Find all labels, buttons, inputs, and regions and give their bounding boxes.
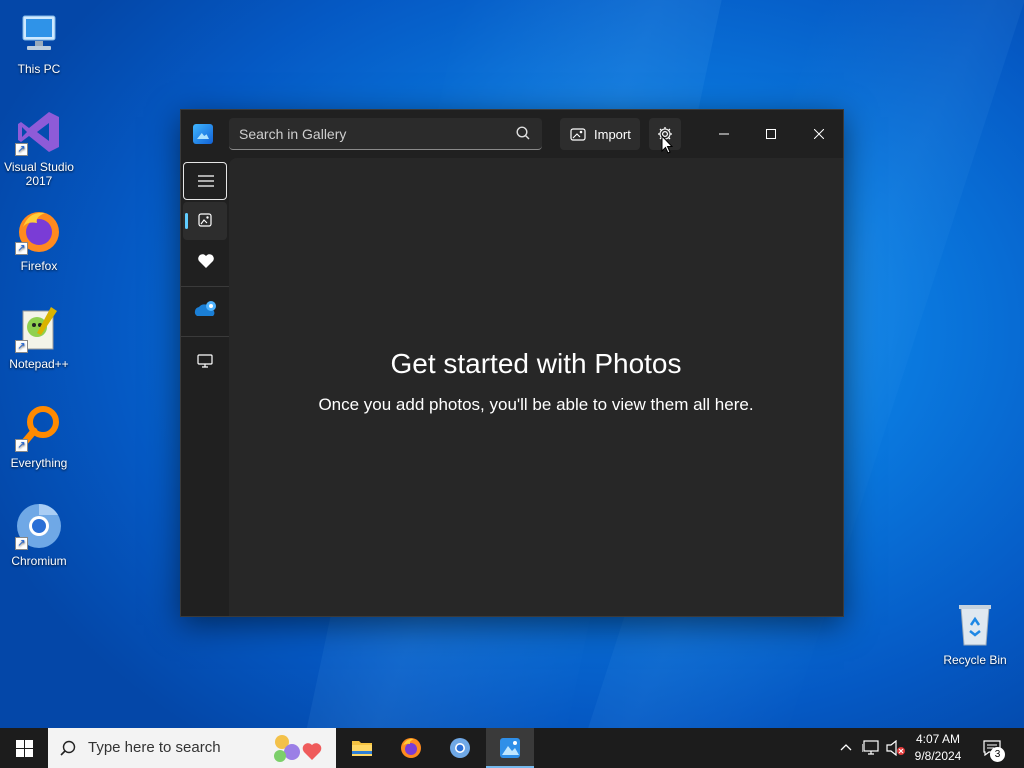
search-icon[interactable] [516, 126, 530, 140]
import-button[interactable]: Import [560, 118, 640, 150]
recycle-bin-icon [951, 601, 999, 649]
firefox-icon [401, 738, 421, 758]
windows-logo-icon [16, 740, 33, 757]
taskbar-file-explorer[interactable] [338, 728, 386, 768]
taskbar-search-box[interactable]: Type here to search [48, 728, 336, 768]
maximize-button[interactable] [748, 110, 794, 158]
close-icon [814, 129, 824, 139]
folder-icon [352, 741, 372, 756]
photos-app-icon [500, 738, 520, 758]
desktop-icon-label: Everything [10, 456, 68, 470]
gallery-search-input[interactable]: Search in Gallery [229, 118, 542, 150]
desktop-icon-label: Recycle Bin [943, 653, 1007, 667]
hamburger-menu-button[interactable] [183, 162, 227, 200]
everything-search-icon: ↗ [15, 404, 63, 452]
import-label: Import [594, 127, 631, 142]
gallery-icon [198, 213, 212, 227]
visual-studio-icon: ↗ [15, 108, 63, 156]
maximize-icon [766, 129, 776, 139]
navigation-rail [181, 158, 229, 616]
search-highlight-icon [274, 735, 322, 762]
photos-window: Search in Gallery Import Get started wit… [180, 109, 844, 617]
empty-state-subtitle: Once you add photos, you'll be able to v… [318, 395, 754, 414]
desktop-icon-chromium[interactable]: ↗ Chromium [0, 502, 78, 568]
chromium-icon: ↗ [15, 502, 63, 550]
gallery-content: Get started with Photos Once you add pho… [229, 158, 843, 616]
hamburger-icon [198, 175, 214, 187]
taskbar-firefox[interactable] [387, 728, 435, 768]
taskbar-clock[interactable]: 4:07 AM 9/8/2024 [900, 731, 976, 765]
desktop-icon-label: Visual Studio 2017 [4, 160, 74, 188]
start-button[interactable] [0, 728, 48, 768]
show-hidden-icons-chevron-icon[interactable] [840, 742, 852, 752]
minimize-button[interactable] [701, 110, 747, 158]
taskbar-photos[interactable] [486, 728, 534, 768]
minimize-icon [719, 133, 729, 135]
desktop-icon-firefox[interactable]: ↗ Firefox [0, 207, 78, 273]
shortcut-arrow-icon: ↗ [15, 340, 28, 353]
search-placeholder: Search in Gallery [239, 126, 347, 142]
clock-time: 4:07 AM [915, 732, 961, 746]
shortcut-arrow-icon: ↗ [15, 537, 28, 550]
desktop-icon-this-pc[interactable]: This PC [0, 10, 78, 76]
taskbar-search-placeholder: Type here to search [88, 739, 221, 756]
nav-favorites[interactable] [183, 242, 227, 280]
shortcut-arrow-icon: ↗ [15, 439, 28, 452]
mouse-cursor-icon [661, 135, 673, 154]
firefox-icon: ↗ [15, 207, 63, 255]
computer-icon [15, 10, 63, 58]
clock-date: 9/8/2024 [914, 749, 962, 763]
notification-count-badge: 3 [990, 747, 1005, 762]
onedrive-cloud-icon [194, 301, 216, 316]
taskbar: Type here to search 4:07 AM 9/8/2024 3 [0, 728, 1024, 768]
desktop-icon-visual-studio[interactable]: ↗ Visual Studio 2017 [0, 108, 78, 188]
photos-app-icon [193, 124, 213, 144]
desktop-icon-label: This PC [17, 62, 61, 76]
rail-divider [181, 286, 229, 287]
chromium-icon [450, 738, 470, 758]
network-icon[interactable] [862, 740, 880, 756]
nav-this-pc[interactable] [183, 342, 227, 380]
desktop-icon-label: Chromium [11, 554, 67, 568]
desktop-icon-everything[interactable]: ↗ Everything [0, 404, 78, 470]
rail-divider [181, 336, 229, 337]
taskbar-chromium[interactable] [436, 728, 484, 768]
close-button[interactable] [796, 110, 842, 158]
empty-state-title: Get started with Photos [390, 348, 682, 379]
action-center-button[interactable]: 3 [980, 728, 1020, 768]
desktop-icon-notepad-plus-plus[interactable]: ↗ Notepad++ [0, 305, 78, 371]
desktop-icon-recycle-bin[interactable]: Recycle Bin [936, 601, 1014, 667]
desktop-icon-label: Firefox [20, 259, 58, 273]
heart-icon [198, 254, 214, 268]
monitor-icon [197, 354, 213, 368]
shortcut-arrow-icon: ↗ [15, 143, 28, 156]
notepad-plus-plus-icon: ↗ [15, 305, 63, 353]
desktop-icon-label: Notepad++ [9, 357, 69, 371]
shortcut-arrow-icon: ↗ [15, 242, 28, 255]
import-icon [570, 128, 586, 141]
title-bar[interactable]: Search in Gallery Import [181, 110, 843, 158]
nav-gallery[interactable] [183, 202, 227, 240]
search-icon [60, 740, 76, 756]
nav-onedrive[interactable] [183, 292, 227, 330]
